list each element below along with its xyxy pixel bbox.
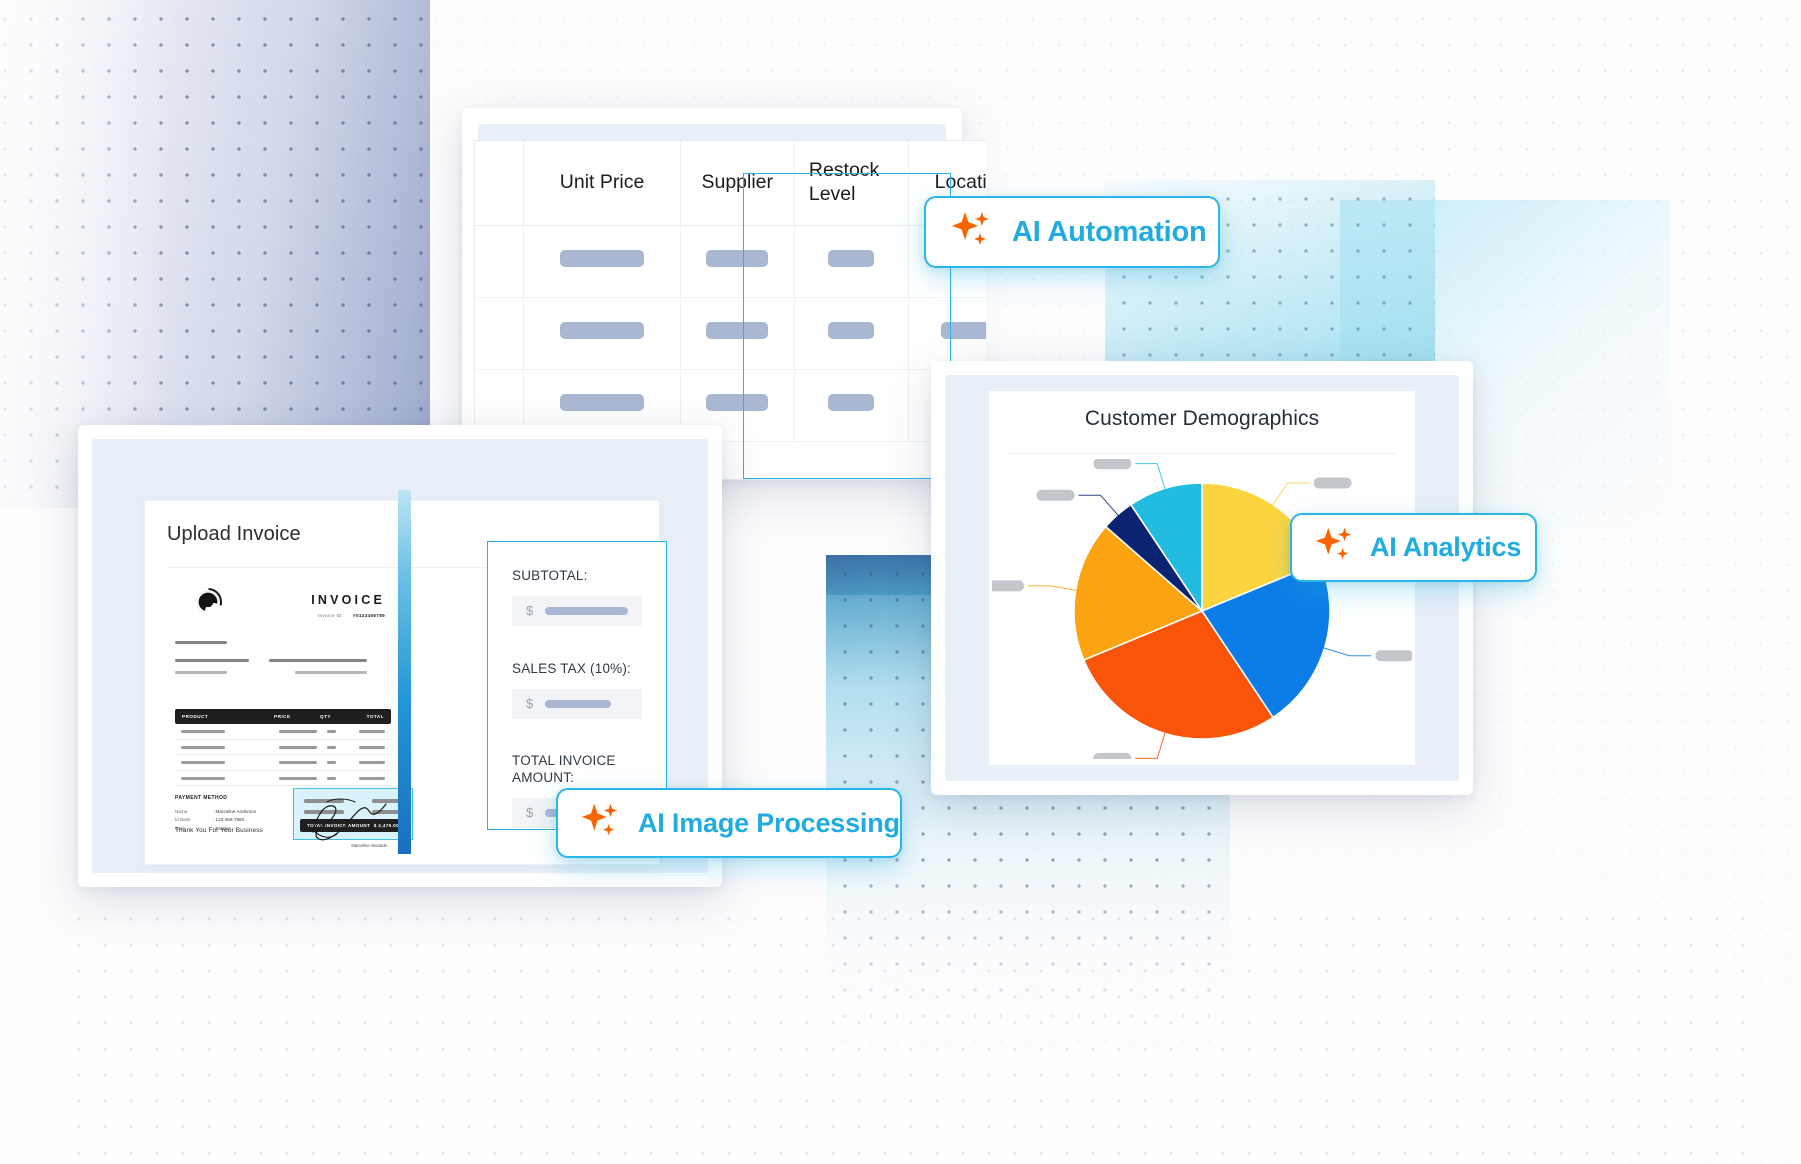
invoice-id-value: #0123456789: [353, 613, 385, 618]
table-header-row: Unit Price Supplier Restock Level Locati…: [475, 141, 986, 226]
pie-slice-label: [1036, 489, 1075, 501]
payment-field-key: Id Bank: [175, 817, 191, 823]
currency-symbol: $: [526, 805, 534, 821]
line-item-row: [175, 724, 391, 740]
invoice-id: Invoice ID : #0123456789: [318, 613, 385, 618]
signature-icon: [308, 798, 387, 841]
pie-leader-line: [1135, 730, 1167, 759]
line-header-price: PRICE: [274, 714, 291, 719]
line-item-row: [175, 740, 391, 755]
sparkle-icon: [578, 799, 622, 848]
column-header-restock-level[interactable]: Restock Level: [794, 141, 910, 226]
ai-analytics-badge[interactable]: AI Analytics: [1290, 513, 1537, 582]
background-dot-grid-bottom: [60, 900, 1760, 1164]
line-header-product: PRODUCT: [182, 714, 209, 719]
pie-slice-label: [1375, 650, 1412, 662]
currency-symbol: $: [526, 696, 534, 712]
pie-leader-line: [1271, 482, 1310, 507]
pie-chart-area: [989, 453, 1415, 765]
summary-field-subtotal: SUBTOTAL: $: [512, 568, 642, 626]
column-header-supplier[interactable]: Supplier: [680, 141, 795, 226]
line-header-total: TOTAL: [366, 714, 384, 719]
line-item-row: [175, 755, 391, 771]
invoice-summary-panel: SUBTOTAL: $ SALES TAX (10%): $ TOTAL INV…: [487, 541, 667, 830]
ai-automation-label: AI Automation: [1012, 215, 1207, 248]
pie-leader-line: [1135, 463, 1167, 492]
summary-label: TOTAL INVOICE AMOUNT:: [512, 753, 616, 785]
pie-leader-line: [1321, 646, 1372, 657]
pie-chart[interactable]: [992, 459, 1412, 759]
payment-field-value: : 123-456-7890: [213, 817, 245, 823]
invoice-id-label: Invoice ID :: [317, 613, 346, 618]
sparkle-icon: [1312, 523, 1356, 572]
invoice-document-preview[interactable]: INVOICE Invoice ID : #0123456789 PRODUCT …: [167, 583, 413, 856]
table-row[interactable]: [475, 225, 986, 298]
pie-slice-label: [1313, 477, 1352, 489]
invoice-line-items-table: PRODUCT PRICE QTY TOTAL: [175, 709, 391, 786]
payment-field-name: Name : Marceline Anderson: [175, 808, 295, 816]
row-cell-restock-level: [794, 369, 910, 442]
ai-image-processing-label: AI Image Processing: [638, 807, 900, 838]
invoice-footer-text: Thank You For Your Business: [175, 827, 263, 834]
payment-field-value: : Marceline Anderson: [213, 809, 257, 814]
row-cell-supplier: [680, 297, 795, 370]
row-cell-unit-price: [523, 225, 681, 298]
currency-symbol: $: [526, 603, 534, 619]
pie-slice-label: [992, 580, 1025, 592]
subtotal-input[interactable]: $: [512, 595, 642, 626]
summary-label: SALES TAX (10%):: [512, 661, 631, 676]
line-item-row: [175, 771, 391, 786]
company-logo-icon: [197, 591, 219, 613]
ai-image-processing-badge[interactable]: AI Image Processing: [556, 788, 902, 858]
row-cell-unit-price: [523, 297, 681, 370]
payment-field-key: Name: [175, 809, 188, 814]
signature-name: Marceline Alvarado: [351, 843, 387, 848]
table-row[interactable]: [475, 297, 986, 370]
line-items-header: PRODUCT PRICE QTY TOTAL: [175, 709, 391, 724]
inventory-table: Unit Price Supplier Restock Level Locati…: [475, 141, 986, 442]
pie-leader-line: [1078, 494, 1120, 518]
invoice-heading: INVOICE: [311, 593, 385, 607]
row-cell-restock-level: [794, 225, 910, 298]
summary-field-sales-tax: SALES TAX (10%): $: [512, 661, 642, 719]
invoice-accent-spine: [398, 490, 411, 854]
pie-slice-label: [1093, 752, 1132, 759]
summary-label: SUBTOTAL:: [512, 568, 588, 583]
pie-slice-label: [1093, 459, 1132, 470]
line-header-qty: QTY: [320, 714, 331, 719]
canvas: Unit Price Supplier Restock Level Locati…: [0, 0, 1801, 1164]
row-cell-supplier: [680, 225, 795, 298]
chart-title: Customer Demographics: [1084, 407, 1320, 430]
column-header-unit-price[interactable]: Unit Price: [523, 141, 681, 226]
row-cell-blank: [475, 225, 525, 298]
sales-tax-input[interactable]: $: [512, 688, 642, 719]
row-cell-blank: [475, 297, 525, 370]
page-title: Upload Invoice: [167, 523, 301, 545]
column-header-blank[interactable]: [475, 141, 525, 226]
row-cell-restock-level: [794, 297, 910, 370]
ai-automation-badge[interactable]: AI Automation: [924, 196, 1220, 268]
sparkle-icon: [948, 207, 994, 258]
payment-field-id-bank: Id Bank : 123-456-7890: [175, 816, 295, 824]
row-cell-location: [908, 297, 986, 370]
ai-analytics-label: AI Analytics: [1370, 532, 1522, 562]
payment-method-title: PAYMENT METHOD: [175, 795, 228, 801]
pie-leader-line: [1028, 585, 1079, 592]
